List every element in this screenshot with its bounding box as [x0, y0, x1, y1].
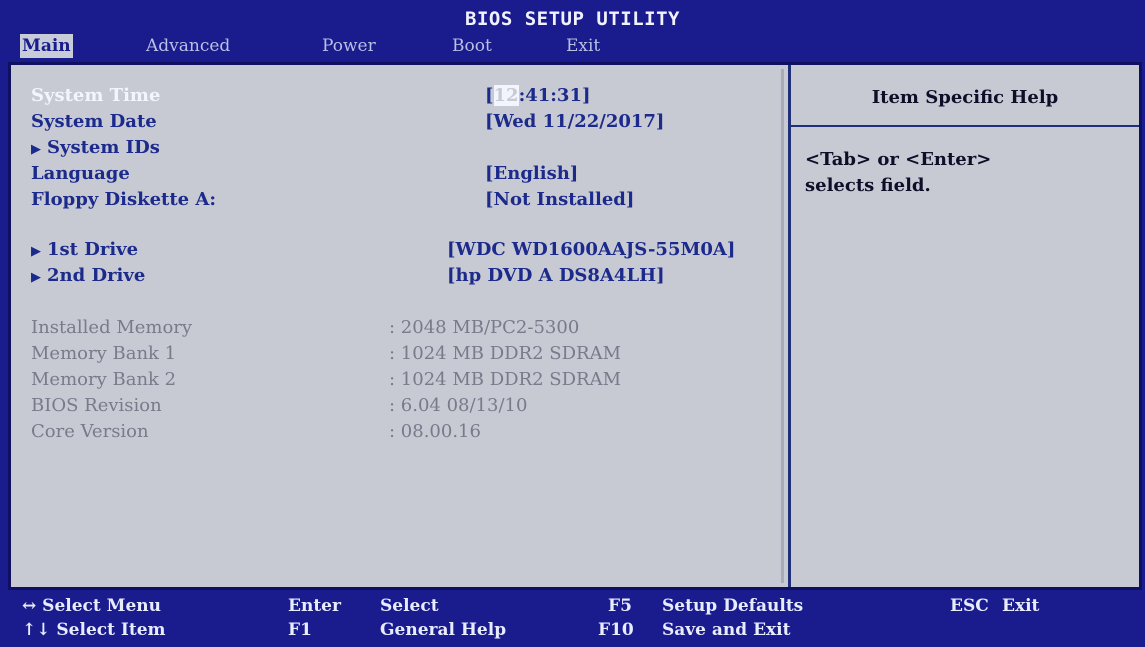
- legend-f5-key: F5: [608, 596, 632, 616]
- 1st-drive-value[interactable]: [WDC WD1600AAJS-55M0A]: [447, 239, 735, 260]
- submenu-arrow-icon: ▶: [31, 244, 41, 259]
- setting-label: Language: [31, 163, 130, 184]
- setting-label: 2nd Drive: [47, 265, 146, 286]
- memory-bank-1-value: : 1024 MB DDR2 SDRAM: [389, 343, 622, 364]
- bios-revision-value: : 6.04 08/13/10: [389, 395, 528, 416]
- setting-label: Floppy Diskette A:: [31, 189, 216, 210]
- menu-bar: Main Advanced Power Boot Exit: [14, 32, 1134, 60]
- help-line-1: <Tab> or <Enter>: [805, 149, 992, 170]
- help-line-2: selects field.: [805, 175, 931, 196]
- legend-select-menu: ↔ Select Menu: [22, 596, 162, 616]
- help-title: Item Specific Help: [871, 87, 1059, 108]
- value-bracket: [: [485, 85, 494, 106]
- submenu-arrow-icon: ▶: [31, 142, 41, 157]
- info-memory-bank-2: Memory Bank 2: [31, 369, 177, 390]
- memory-bank-2-value: : 1024 MB DDR2 SDRAM: [389, 369, 622, 390]
- time-rest-field[interactable]: :41:31]: [519, 85, 591, 106]
- key-legend: ↔ Select Menu ↑↓ Select Item Enter Selec…: [8, 594, 1142, 644]
- setting-1st-drive[interactable]: ▶ 1st Drive: [31, 239, 138, 260]
- menu-advanced[interactable]: Advanced: [146, 34, 230, 58]
- system-date-value[interactable]: [Wed 11/22/2017]: [485, 111, 664, 132]
- help-pane: Item Specific Help <Tab> or <Enter> sele…: [788, 65, 1139, 587]
- legend-esc-key: ESC: [950, 596, 989, 616]
- setting-label: System IDs: [47, 137, 160, 158]
- menu-exit[interactable]: Exit: [566, 34, 600, 58]
- legend-f5-label: Setup Defaults: [662, 596, 804, 616]
- legend-esc-label: Exit: [1002, 596, 1040, 616]
- installed-memory-value: : 2048 MB/PC2-5300: [389, 317, 580, 338]
- legend-enter-label: Select: [380, 596, 439, 616]
- info-installed-memory: Installed Memory: [31, 317, 193, 338]
- legend-f1-key: F1: [288, 620, 312, 640]
- time-hour-field[interactable]: 12: [493, 85, 519, 106]
- setting-system-ids[interactable]: ▶ System IDs: [31, 137, 160, 158]
- submenu-arrow-icon: ▶: [31, 270, 41, 285]
- language-value[interactable]: [English]: [485, 163, 578, 184]
- menu-main[interactable]: Main: [20, 34, 73, 58]
- legend-f10-label: Save and Exit: [662, 620, 791, 640]
- setting-system-time[interactable]: System Time: [31, 85, 160, 106]
- menu-power[interactable]: Power: [322, 34, 376, 58]
- floppy-value[interactable]: [Not Installed]: [485, 189, 634, 210]
- help-divider: [791, 125, 1139, 127]
- setting-label: 1st Drive: [47, 239, 139, 260]
- setting-2nd-drive[interactable]: ▶ 2nd Drive: [31, 265, 145, 286]
- info-bios-revision: BIOS Revision: [31, 395, 162, 416]
- setting-label: System Time: [31, 85, 161, 106]
- core-version-value: : 08.00.16: [389, 421, 481, 442]
- legend-enter-key: Enter: [288, 596, 341, 616]
- settings-pane: System Time [12:41:31] System Date [Wed …: [11, 65, 786, 587]
- setting-language[interactable]: Language: [31, 163, 130, 184]
- setting-label: System Date: [31, 111, 157, 132]
- bios-title: BIOS SETUP UTILITY: [465, 8, 680, 30]
- main-panel: System Time [12:41:31] System Date [Wed …: [8, 62, 1142, 590]
- pane-divider: [781, 69, 784, 583]
- bios-screen: BIOS SETUP UTILITY Main Advanced Power B…: [0, 0, 1145, 647]
- legend-f1-label: General Help: [380, 620, 507, 640]
- legend-select-item: ↑↓ Select Item: [22, 620, 166, 640]
- setting-system-date[interactable]: System Date: [31, 111, 157, 132]
- info-core-version: Core Version: [31, 421, 149, 442]
- system-time-value[interactable]: [12:41:31]: [485, 85, 591, 106]
- 2nd-drive-value[interactable]: [hp DVD A DS8A4LH]: [447, 265, 665, 286]
- setting-floppy[interactable]: Floppy Diskette A:: [31, 189, 216, 210]
- legend-f10-key: F10: [598, 620, 634, 640]
- info-memory-bank-1: Memory Bank 1: [31, 343, 177, 364]
- help-text: <Tab> or <Enter> selects field.: [805, 147, 991, 199]
- menu-boot[interactable]: Boot: [452, 34, 492, 58]
